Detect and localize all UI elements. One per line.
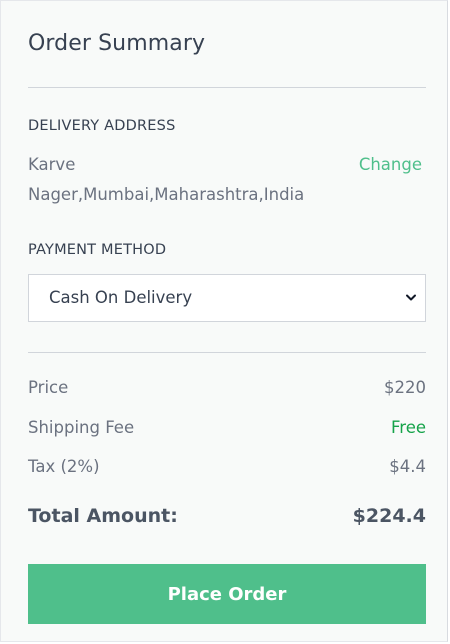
price-value: $220	[384, 378, 426, 397]
delivery-address: Karve Nager,Mumbai,Maharashtra,India	[28, 150, 348, 210]
divider	[28, 87, 426, 88]
place-order-button[interactable]: Place Order	[28, 564, 426, 624]
total-amount-value: $224.4	[352, 505, 426, 527]
payment-method-value: Cash On Delivery	[49, 288, 193, 307]
page-title: Order Summary	[28, 31, 206, 56]
tax-value: $4.4	[389, 457, 426, 476]
price-label: Price	[28, 378, 69, 397]
payment-method-label: PAYMENT METHOD	[28, 242, 167, 258]
address-line-2: Nager,Mumbai,Maharashtra,India	[28, 185, 305, 204]
shipping-fee-value: Free	[390, 418, 426, 437]
tax-label: Tax (2%)	[28, 457, 100, 476]
order-summary-panel: Order Summary DELIVERY ADDRESS Karve Nag…	[0, 0, 448, 642]
total-amount-label: Total Amount:	[28, 505, 178, 527]
delivery-address-label: DELIVERY ADDRESS	[28, 118, 176, 134]
change-address-link[interactable]: Change	[359, 150, 422, 180]
divider	[28, 352, 426, 353]
payment-method-select[interactable]: Cash On Delivery	[28, 274, 426, 322]
shipping-fee-label: Shipping Fee	[28, 418, 135, 437]
chevron-down-icon	[406, 294, 416, 301]
address-line-1: Karve	[28, 155, 76, 174]
